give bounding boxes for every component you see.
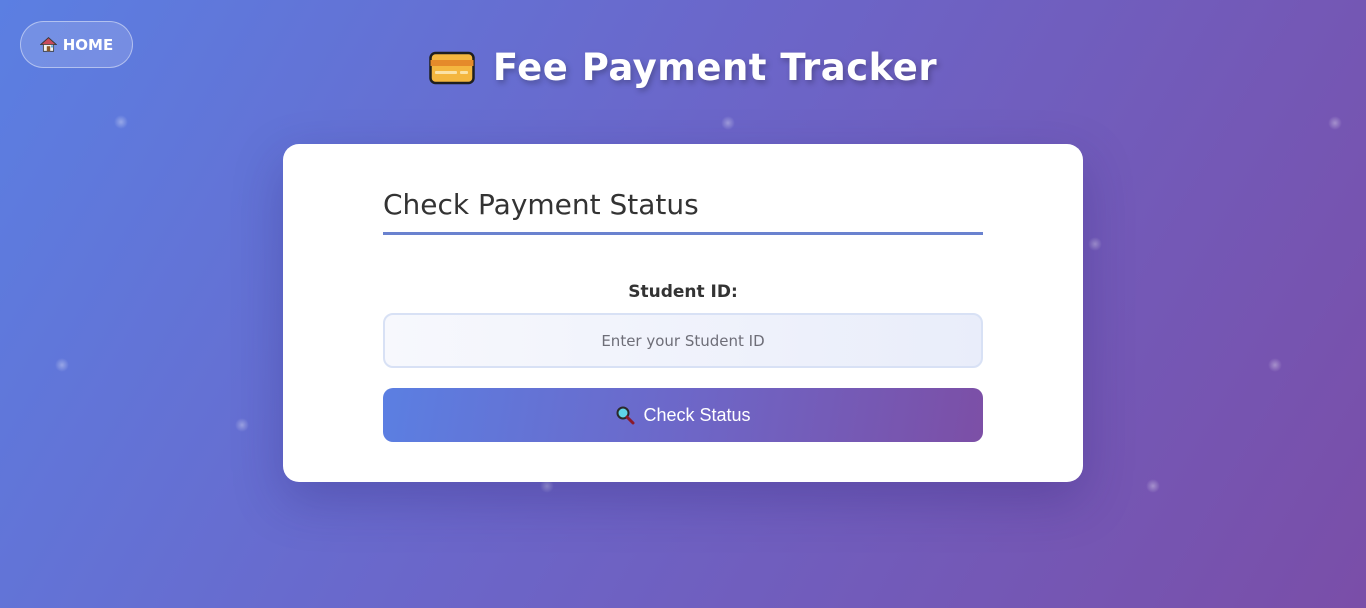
background-sparkle [114, 115, 128, 129]
check-status-button[interactable]: Check Status [383, 388, 983, 442]
background-sparkle [721, 116, 735, 130]
background-sparkle [1088, 237, 1102, 251]
background-sparkle [1146, 479, 1160, 493]
magnifier-icon [615, 405, 635, 425]
credit-card-icon [429, 51, 475, 85]
section-heading: Check Payment Status [383, 188, 699, 221]
background-sparkle [1268, 358, 1282, 372]
student-id-label: Student ID: [628, 282, 738, 302]
page-title: Fee Payment Tracker [492, 46, 938, 89]
background-sparkle [235, 418, 249, 432]
payment-status-card: Check Payment Status Student ID: Check S… [283, 144, 1083, 482]
page-header: Fee Payment Tracker [0, 46, 1366, 89]
background-sparkle [55, 358, 69, 372]
background-sparkle [1328, 116, 1342, 130]
student-id-input[interactable] [383, 313, 983, 368]
heading-divider [383, 232, 983, 235]
check-status-label: Check Status [643, 404, 751, 425]
